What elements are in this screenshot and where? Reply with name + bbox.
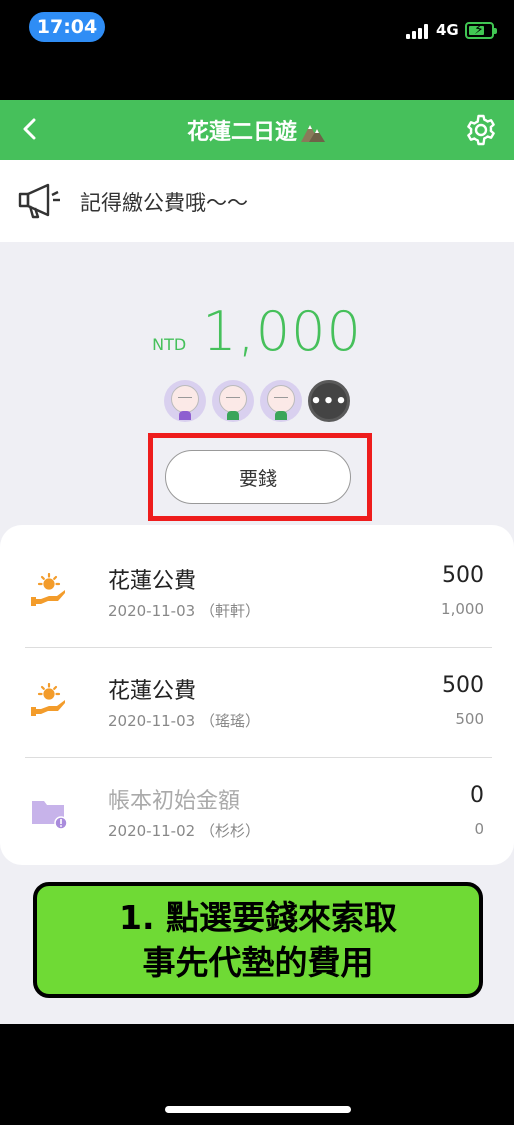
status-bar: 17:04 4G ⚡ <box>0 0 514 100</box>
record-title: 花蓮公費 <box>108 679 197 704</box>
instruction-line-1: 1. 點選要錢來索取 <box>119 898 397 937</box>
instruction-callout: 1. 點選要錢來索取 事先代墊的費用 <box>33 882 483 998</box>
announcement-bar[interactable]: 記得繳公費哦～～ <box>0 160 514 242</box>
sun-hand-icon <box>31 683 65 716</box>
page-title: 花蓮二日遊 <box>186 120 297 145</box>
megaphone-icon <box>18 183 60 219</box>
avatar[interactable] <box>260 380 302 422</box>
avatar[interactable] <box>164 380 206 422</box>
amount-value: 1,000 <box>202 300 362 363</box>
member-avatars[interactable]: ••• <box>164 380 350 424</box>
record-date-payer: 2020-11-02 （杉杉） <box>108 822 260 840</box>
mountain-icon <box>301 125 325 142</box>
home-indicator[interactable] <box>165 1106 351 1113</box>
record-amount: 0 <box>470 783 484 808</box>
record-title: 花蓮公費 <box>108 569 197 594</box>
record-date-payer: 2020-11-03 （瑤瑤） <box>108 712 260 730</box>
record-amount: 500 <box>442 673 484 698</box>
record-date-payer: 2020-11-03 （軒軒） <box>108 602 260 620</box>
request-money-button[interactable]: 要錢 <box>165 450 351 504</box>
announcement-text: 記得繳公費哦～～ <box>80 191 248 215</box>
record-title: 帳本初始金額 <box>108 789 241 814</box>
instruction-line-2: 事先代墊的費用 <box>142 943 374 982</box>
record-balance: 0 <box>474 820 484 838</box>
list-item[interactable]: 花蓮公費 2020-11-03 （瑤瑤） 500 500 <box>0 635 514 745</box>
currency-label: NTD <box>152 335 187 354</box>
folder-alert-icon <box>32 801 68 830</box>
battery-icon: ⚡ <box>465 22 497 39</box>
app-header: 花蓮二日遊 <box>0 100 514 160</box>
signal-icon <box>406 24 430 39</box>
records-list: 花蓮公費 2020-11-03 （軒軒） 500 1,000 花蓮公費 2020… <box>0 525 514 865</box>
record-amount: 500 <box>442 563 484 588</box>
list-item[interactable]: 花蓮公費 2020-11-03 （軒軒） 500 1,000 <box>0 525 514 635</box>
network-label: 4G <box>436 21 459 39</box>
total-amount: NTD 1,000 <box>0 300 514 372</box>
avatar[interactable] <box>212 380 254 422</box>
more-members-icon[interactable]: ••• <box>308 380 350 422</box>
record-balance: 500 <box>455 710 484 728</box>
gear-icon[interactable] <box>464 113 498 147</box>
list-item[interactable]: 帳本初始金額 2020-11-02 （杉杉） 0 0 <box>0 745 514 855</box>
sun-hand-icon <box>31 573 65 606</box>
record-balance: 1,000 <box>441 600 484 618</box>
status-time: 17:04 <box>29 12 105 42</box>
